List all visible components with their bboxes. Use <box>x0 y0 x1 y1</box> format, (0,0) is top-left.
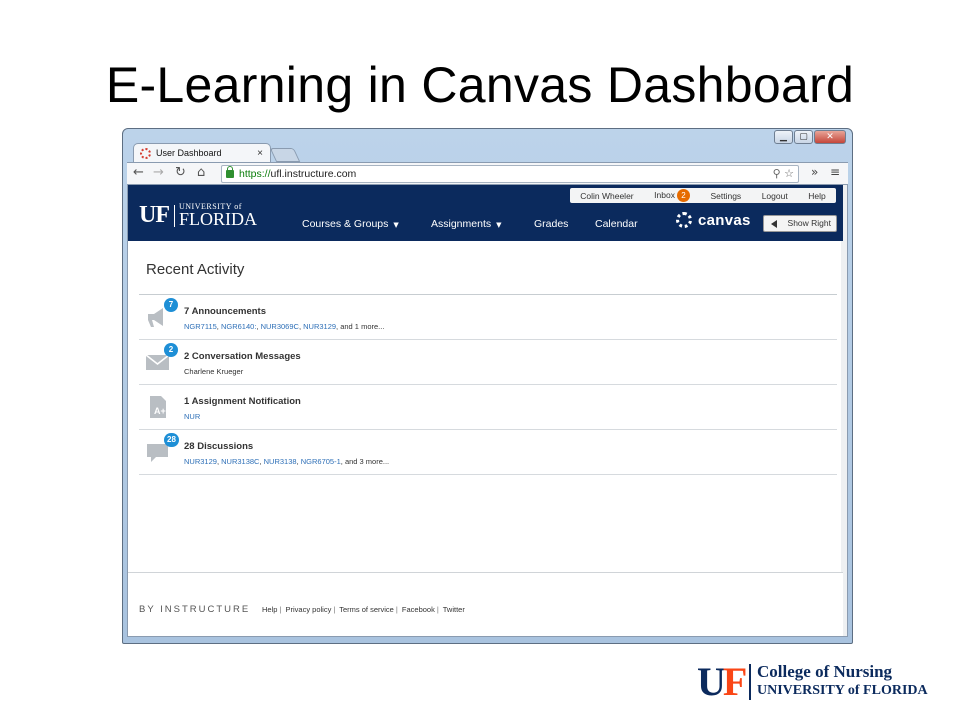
settings-link[interactable]: Settings <box>710 191 741 201</box>
close-window-button[interactable]: ✕ <box>814 130 846 144</box>
footer-help-link[interactable]: Help <box>262 605 277 614</box>
activity-title[interactable]: 28 Discussions <box>184 441 253 452</box>
back-arrow-icon[interactable]: ← <box>133 165 144 180</box>
address-bar[interactable]: https://ufl.instructure.com ⚲ ☆ <box>221 165 799 183</box>
activity-title[interactable]: 1 Assignment Notification <box>184 396 301 407</box>
maximize-button[interactable]: ▢ <box>794 130 813 144</box>
instructure-brand[interactable]: BY INSTRUCTURE <box>139 604 250 615</box>
logout-link[interactable]: Logout <box>762 191 788 201</box>
course-link[interactable]: NGR6140: <box>221 322 256 331</box>
window-controls: ▁ ▢ ✕ <box>774 130 846 144</box>
extension-and-star-icons[interactable]: ⚲ ☆ <box>773 166 794 182</box>
browser-tab[interactable]: User Dashboard × <box>133 143 271 163</box>
uf-logo[interactable]: UF UNIVERSITY of FLORIDA <box>139 202 257 229</box>
recent-activity-heading: Recent Activity <box>146 261 245 278</box>
inbox-count-badge: 2 <box>676 189 690 202</box>
nav-calendar[interactable]: Calendar <box>595 218 638 230</box>
overflow-chevron-icon[interactable]: » <box>811 165 818 179</box>
show-right-label: Show Right <box>787 218 831 228</box>
user-bar: Colin Wheeler Inbox 2 Settings Logout Hel… <box>570 188 836 203</box>
activity-assignment-notifications[interactable]: A+ 1 Assignment Notification NUR <box>139 385 837 430</box>
browser-toolbar: ← → ↻ ⌂ https://ufl.instructure.com ⚲ ☆ … <box>127 162 848 184</box>
canvas-header: Colin Wheeler Inbox 2 Settings Logout Hel… <box>128 185 843 241</box>
course-link[interactable]: NUR3138 <box>264 457 297 466</box>
course-link[interactable]: NUR3129 <box>184 457 217 466</box>
tab-close-icon[interactable]: × <box>257 144 263 163</box>
scrollbar[interactable] <box>841 185 847 636</box>
course-link[interactable]: NGR7115 <box>184 322 217 331</box>
activity-announcements[interactable]: 7 7 Announcements NGR7115, NGR6140:, NUR… <box>139 295 837 340</box>
activity-course-list: NUR3129, NUR3138C, NUR3138, NGR6705-1, a… <box>184 457 390 466</box>
nav-assignments-label: Assignments <box>431 218 492 230</box>
inbox-link[interactable]: Inbox 2 <box>654 189 690 202</box>
page-footer: BY INSTRUCTURE Help | Privacy policy | Ter… <box>128 572 843 636</box>
canvas-brand-text: canvas <box>698 212 751 229</box>
show-right-button[interactable]: Show Right <box>763 215 837 232</box>
activity-conversations[interactable]: 2 2 Conversation Messages Charlene Krueg… <box>139 340 837 385</box>
url-scheme: https:// <box>239 168 271 180</box>
home-icon[interactable]: ⌂ <box>197 165 205 180</box>
uf-monogram: UF <box>697 659 748 704</box>
help-link[interactable]: Help <box>808 191 825 201</box>
uf-logo-florida: FLORIDA <box>179 209 258 229</box>
svg-text:A+: A+ <box>154 406 166 416</box>
menu-icon[interactable]: ≡ <box>830 165 840 179</box>
activity-title[interactable]: 2 Conversation Messages <box>184 351 301 362</box>
activity-course-list: NGR7115, NGR6140:, NUR3069C, NUR3129, an… <box>184 322 385 331</box>
lock-icon <box>226 166 234 178</box>
footer-twitter-link[interactable]: Twitter <box>443 605 465 614</box>
triangle-left-icon <box>771 220 777 228</box>
logo-divider <box>749 664 751 700</box>
slide-title: E-Learning in Canvas Dashboard <box>105 57 855 113</box>
college-name: College of Nursing <box>757 662 893 681</box>
course-link[interactable]: NGR6705-1 <box>301 457 341 466</box>
more-text: , and 3 more... <box>340 457 390 466</box>
announcement-count-badge: 7 <box>164 298 178 312</box>
message-count-badge: 2 <box>164 343 178 357</box>
forward-arrow-icon[interactable]: → <box>153 165 164 180</box>
assignment-grade-icon: A+ <box>150 396 166 418</box>
more-text: , and 1 more... <box>336 322 385 331</box>
college-of-nursing-logo: UF College of Nursing UNIVERSITY of FLOR… <box>697 662 937 704</box>
footer-privacy-link[interactable]: Privacy policy <box>285 605 331 614</box>
course-link[interactable]: NUR3069C <box>261 322 299 331</box>
uf-logo-mark: UF <box>139 202 170 228</box>
course-link[interactable]: NUR3129 <box>303 322 336 331</box>
chevron-down-icon: ▼ <box>496 221 502 229</box>
canvas-logo-icon <box>676 212 692 228</box>
minimize-button[interactable]: ▁ <box>774 130 793 144</box>
activity-sender: Charlene Krueger <box>184 367 244 376</box>
nav-courses-groups[interactable]: Courses & Groups ▼ <box>302 218 399 230</box>
chevron-down-icon: ▼ <box>393 221 399 229</box>
discussion-count-badge: 28 <box>164 433 179 447</box>
tab-title: User Dashboard <box>156 148 222 158</box>
url-host: ufl.instructure.com <box>270 168 357 180</box>
activity-title[interactable]: 7 Announcements <box>184 306 266 317</box>
university-name: UNIVERSITY of FLORIDA <box>757 683 928 698</box>
activity-discussions[interactable]: 28 28 Discussions NUR3129, NUR3138C, NUR… <box>139 430 837 475</box>
nav-courses-groups-label: Courses & Groups <box>302 218 389 230</box>
inbox-label: Inbox <box>654 189 675 200</box>
nav-assignments[interactable]: Assignments ▼ <box>431 218 502 230</box>
footer-links: Help | Privacy policy | Terms of service | … <box>262 605 465 614</box>
new-tab-button[interactable] <box>269 148 301 162</box>
user-name-link[interactable]: Colin Wheeler <box>580 191 633 201</box>
uf-monogram-f: F <box>722 659 748 704</box>
footer-terms-link[interactable]: Terms of service <box>339 605 394 614</box>
course-link[interactable]: NUR3138C <box>221 457 259 466</box>
browser-window: ▁ ▢ ✕ User Dashboard × ← → ↻ ⌂ https://u… <box>122 128 853 644</box>
page-viewport: Colin Wheeler Inbox 2 Settings Logout Hel… <box>127 184 848 637</box>
canvas-favicon-icon <box>140 148 151 159</box>
nav-grades[interactable]: Grades <box>534 218 568 230</box>
uf-monogram-u: U <box>697 659 726 704</box>
activity-course-list: NUR <box>184 412 200 421</box>
footer-facebook-link[interactable]: Facebook <box>402 605 435 614</box>
course-link[interactable]: NUR <box>184 412 200 421</box>
canvas-brand-logo: canvas <box>676 212 751 229</box>
reload-icon[interactable]: ↻ <box>175 165 186 180</box>
uf-logo-divider <box>174 205 175 227</box>
